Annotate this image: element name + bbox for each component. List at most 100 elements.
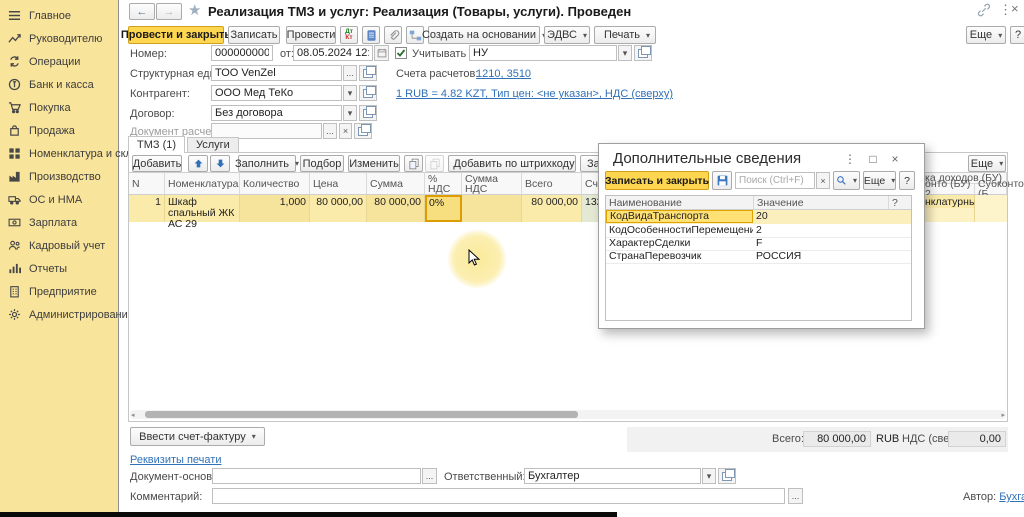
unit-field[interactable] <box>211 65 342 81</box>
counterparty-field[interactable] <box>211 85 342 101</box>
settlement-doc-clear-icon[interactable]: × <box>339 123 352 139</box>
base-doc-ellipsis-button[interactable]: ... <box>422 468 437 484</box>
col-header-n[interactable]: N <box>129 172 165 195</box>
close-icon[interactable]: × <box>1011 1 1019 16</box>
col-header-qty[interactable]: Количество <box>240 172 310 195</box>
grid-barcode-button[interactable]: Добавить по штрихкоду <box>448 155 576 172</box>
row-cell-sum[interactable]: 80 000,00 <box>367 195 425 222</box>
row-cell-vat-sum[interactable] <box>462 195 522 222</box>
number-field[interactable] <box>211 45 273 61</box>
print-button[interactable]: Печать▾ <box>594 26 656 44</box>
col-header-item[interactable]: Номенклатура <box>165 172 240 195</box>
grid-more-button[interactable]: Еще▾ <box>968 155 1006 172</box>
grid-pick-button[interactable]: Подбор <box>300 155 344 172</box>
scroll-right-icon[interactable]: ▸ <box>1001 411 1005 419</box>
col-header-total[interactable]: Всего <box>522 172 582 195</box>
scroll-left-icon[interactable]: ◂ <box>131 411 135 419</box>
sidebar-item-enterprise[interactable]: Предприятие <box>0 280 118 303</box>
dialog-maximize-icon[interactable]: □ <box>865 151 881 167</box>
dialog-row-selected[interactable]: КодВидаТранспорта 20 <box>606 210 911 224</box>
save-button[interactable]: Записать <box>228 26 280 44</box>
dialog-search-clear-icon[interactable]: × <box>816 172 830 189</box>
row-cell-vat-pct-focused[interactable]: 0% <box>425 195 462 222</box>
sidebar-item-bank-cash[interactable]: Банк и касса <box>0 73 118 96</box>
dialog-search-input[interactable] <box>735 172 815 189</box>
row-cell-n[interactable]: 1 <box>129 195 165 222</box>
grid-copy-button[interactable] <box>404 155 423 172</box>
sidebar-item-hr[interactable]: Кадровый учет <box>0 234 118 257</box>
grid-paste-button[interactable] <box>425 155 444 172</box>
row-cell-total[interactable]: 80 000,00 <box>522 195 582 222</box>
author-link[interactable]: Бухгалтер <box>999 491 1024 503</box>
sidebar-item-salary[interactable]: Зарплата <box>0 211 118 234</box>
sidebar-item-purchase[interactable]: Покупка <box>0 96 118 119</box>
row-cell-price[interactable]: 80 000,00 <box>310 195 367 222</box>
print-details-link[interactable]: Реквизиты печати <box>130 454 221 466</box>
row-cell-qty[interactable]: 1,000 <box>240 195 310 222</box>
row-cell-subconto2-fragment[interactable]: нклатурны.. <box>922 195 975 208</box>
kpn-checkbox[interactable] <box>395 47 407 59</box>
kpn-open-icon[interactable] <box>634 45 652 61</box>
sidebar-item-sales[interactable]: Продажа <box>0 119 118 142</box>
responsible-field[interactable] <box>524 468 701 484</box>
sidebar-item-inventory[interactable]: Номенклатура и склад <box>0 142 118 165</box>
tab-tmz[interactable]: ТМЗ (1) <box>128 136 185 153</box>
dialog-save-button[interactable] <box>712 171 732 190</box>
dialog-col-value[interactable]: Значение <box>753 196 888 210</box>
grid-add-button[interactable]: Добавить <box>132 155 182 172</box>
col-header-subconto3-fragment[interactable]: Субконто (Б <box>975 184 1007 195</box>
row-cell-subconto3-fragment[interactable] <box>975 195 1007 222</box>
contract-field[interactable] <box>211 105 342 121</box>
counterparty-dropdown-icon[interactable]: ▾ <box>343 85 357 101</box>
col-header-price[interactable]: Цена <box>310 172 367 195</box>
post-and-close-button[interactable]: Провести и закрыть <box>128 26 224 44</box>
dialog-col-q[interactable]: ? <box>888 196 911 210</box>
contract-dropdown-icon[interactable]: ▾ <box>343 105 357 121</box>
date-field[interactable] <box>293 45 373 61</box>
favorite-star-icon[interactable]: ★ <box>188 1 201 19</box>
create-based-on-button[interactable]: Создать на основании▾ <box>428 26 540 44</box>
dialog-search-options-button[interactable]: ▾ <box>833 171 860 190</box>
calendar-icon[interactable] <box>374 45 389 61</box>
dialog-more-button[interactable]: Еще▾ <box>863 171 896 190</box>
dialog-close-icon[interactable]: × <box>887 151 903 167</box>
settlement-doc-open-icon[interactable] <box>354 123 372 139</box>
grid-fill-button[interactable]: Заполнить▾ <box>238 155 296 172</box>
accounts-link[interactable]: 1210, 3510 <box>476 68 531 80</box>
unit-open-icon[interactable] <box>359 65 377 81</box>
kpn-dropdown-icon[interactable]: ▾ <box>618 45 632 61</box>
responsible-dropdown-icon[interactable]: ▾ <box>702 468 716 484</box>
dtkt-entries-button[interactable]: ДтКт <box>340 26 358 44</box>
col-header-subconto2-fragment[interactable]: онто (БУ) 2 <box>922 184 975 195</box>
counterparty-open-icon[interactable] <box>359 85 377 101</box>
dialog-row-value[interactable]: 20 <box>753 210 888 223</box>
comment-ellipsis-button[interactable]: ... <box>788 488 803 504</box>
unit-ellipsis-button[interactable]: ... <box>343 65 357 81</box>
horizontal-scrollbar-thumb[interactable] <box>145 411 578 418</box>
sidebar-item-operations[interactable]: Операции <box>0 50 118 73</box>
forward-button[interactable]: → <box>156 3 182 20</box>
enter-invoice-button[interactable]: Ввести счет-фактуру▾ <box>130 427 265 446</box>
comment-field[interactable] <box>212 488 785 504</box>
sidebar-item-production[interactable]: Производство <box>0 165 118 188</box>
dialog-row-name[interactable]: КодВидаТранспорта <box>606 210 753 223</box>
dialog-row[interactable]: ХарактерСделки F <box>606 237 911 251</box>
dialog-help-button[interactable]: ? <box>899 171 915 190</box>
grid-move-down-button[interactable] <box>210 155 230 172</box>
more-button[interactable]: Еще▾ <box>966 26 1006 44</box>
attach-button[interactable] <box>384 26 402 44</box>
tab-services[interactable]: Услуги <box>187 137 239 153</box>
help-button[interactable]: ? <box>1010 26 1024 44</box>
back-button[interactable]: ← <box>129 3 155 20</box>
dialog-save-close-button[interactable]: Записать и закрыть <box>605 171 709 190</box>
dialog-col-name[interactable]: Наименование <box>606 196 753 210</box>
col-header-vat-pct[interactable]: % НДС <box>425 172 462 195</box>
row-cell-item[interactable]: Шкаф спальный ЖК АС 29 <box>165 195 240 222</box>
col-header-sum[interactable]: Сумма <box>367 172 425 195</box>
dialog-row[interactable]: КодОсобенностиПеремещения 2 <box>606 224 911 238</box>
link-icon[interactable] <box>977 3 991 20</box>
currency-price-link[interactable]: 1 RUB = 4.82 KZT, Тип цен: <не указан>, … <box>396 88 673 100</box>
register-list-button[interactable] <box>362 26 380 44</box>
dialog-row[interactable]: СтранаПеревозчик РОССИЯ <box>606 250 911 264</box>
grid-move-up-button[interactable] <box>188 155 208 172</box>
